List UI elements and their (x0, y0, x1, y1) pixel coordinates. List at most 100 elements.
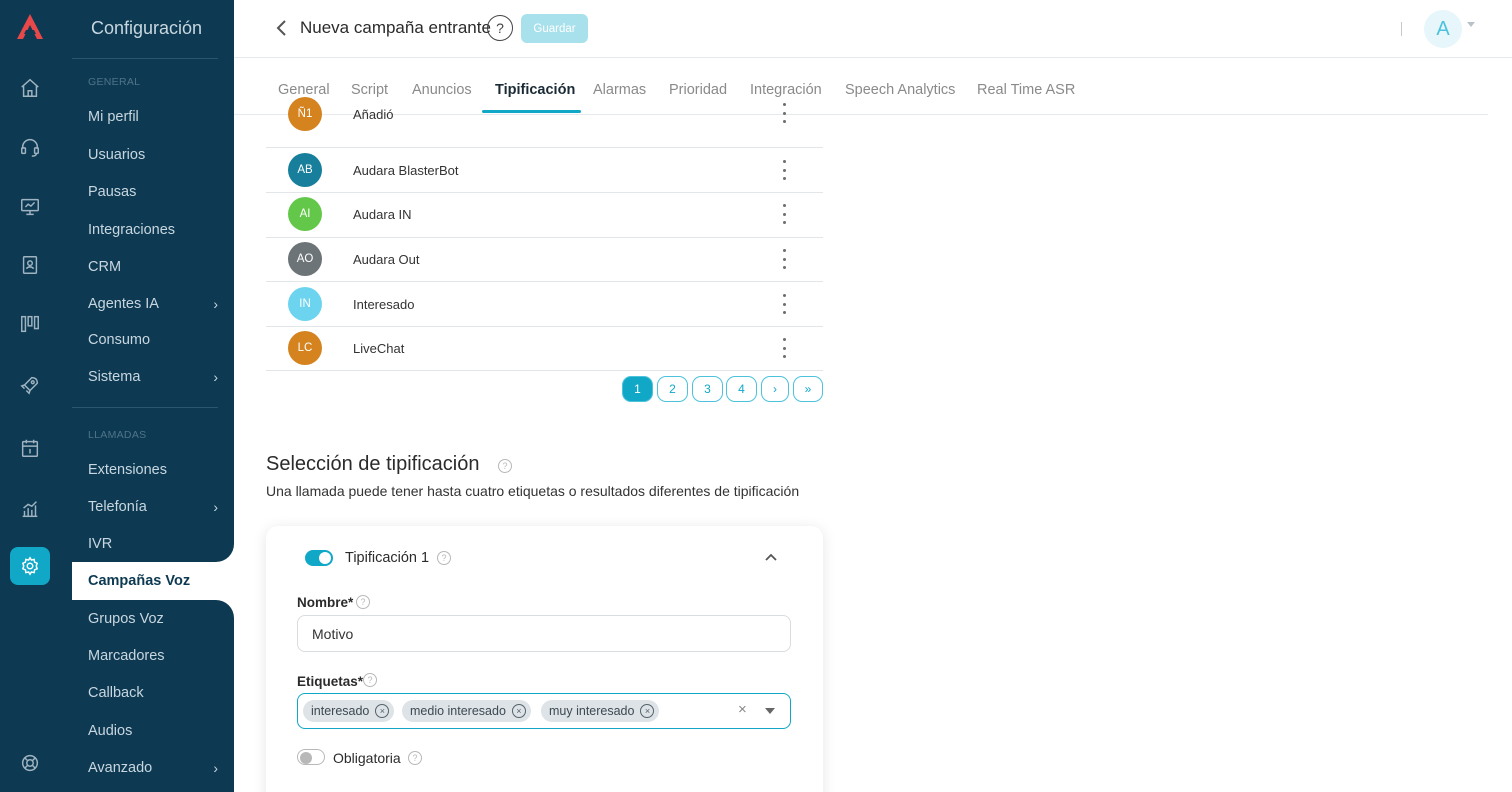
sidebar-item-extensiones[interactable]: Extensiones (88, 458, 218, 482)
sidebar-item-label: Campañas Voz (88, 573, 191, 589)
sidebar-item-sistema[interactable]: Sistema › (88, 365, 218, 389)
sidebar-item-usuarios[interactable]: Usuarios (88, 143, 218, 167)
tab-general[interactable]: General (278, 82, 330, 98)
list-item-name: Interesado (353, 297, 415, 312)
sidebar-item-avanzado[interactable]: Avanzado › (88, 756, 218, 780)
rocket-icon[interactable] (18, 373, 42, 397)
last-page-button[interactable]: » (793, 376, 823, 402)
sidebar-item-mi-perfil[interactable]: Mi perfil (88, 105, 218, 129)
avatar[interactable]: A (1424, 10, 1462, 48)
calendar-icon[interactable] (18, 436, 42, 460)
list-item[interactable]: AI Audara IN (266, 193, 823, 238)
sidebar-item-crm[interactable]: CRM (88, 255, 218, 279)
clear-icon[interactable]: × (738, 701, 747, 718)
more-options-icon[interactable] (778, 249, 790, 269)
required-toggle[interactable] (297, 749, 325, 765)
tag-chip: muy interesado × (541, 700, 660, 722)
page-button-1[interactable]: 1 (622, 376, 653, 402)
tab-alarmas[interactable]: Alarmas (593, 82, 646, 98)
sidebar-item-grupos-voz[interactable]: Grupos Voz (88, 607, 218, 631)
sidebar-item-telefonia[interactable]: Telefonía › (88, 495, 218, 519)
chevron-down-icon[interactable] (765, 708, 775, 714)
remove-tag-icon[interactable]: × (640, 704, 655, 718)
more-options-icon[interactable] (778, 294, 790, 314)
list-item[interactable]: AO Audara Out (266, 237, 823, 282)
sidebar-item-consumo[interactable]: Consumo (88, 328, 218, 352)
chart-icon[interactable] (18, 497, 42, 521)
caret-down-icon[interactable] (1467, 22, 1475, 27)
page-button-3[interactable]: 3 (692, 376, 723, 402)
kanban-icon[interactable] (18, 312, 42, 336)
page-button-2[interactable]: 2 (657, 376, 688, 402)
chevron-right-icon: › (213, 760, 218, 776)
list-item-name: Audara IN (353, 207, 412, 222)
sidebar-item-integraciones[interactable]: Integraciones (88, 218, 218, 242)
audara-logo-icon (17, 14, 43, 39)
settings-sidebar: Configuración GENERAL Mi perfil Usuarios… (72, 0, 234, 792)
list-item[interactable]: LC LiveChat (266, 326, 823, 371)
page-button-4[interactable]: 4 (726, 376, 757, 402)
more-options-icon[interactable] (778, 103, 790, 123)
name-field[interactable]: Motivo (297, 615, 791, 652)
help-icon[interactable]: ? (408, 751, 422, 765)
tags-label: Etiquetas* (297, 674, 364, 689)
help-icon[interactable]: ? (498, 459, 512, 473)
chevron-right-icon: › (213, 499, 218, 515)
list-item-name: Añadió (353, 107, 394, 122)
sidebar-item-marcadores[interactable]: Marcadores (88, 644, 218, 668)
sidebar-item-agentes-ia[interactable]: Agentes IA › (88, 292, 218, 316)
divider (1401, 22, 1402, 36)
enable-toggle[interactable] (305, 550, 333, 566)
sidebar-item-callback[interactable]: Callback (88, 681, 218, 705)
remove-tag-icon[interactable]: × (375, 704, 390, 718)
contacts-book-icon[interactable] (18, 253, 42, 277)
list-item-name: Audara BlasterBot (353, 163, 459, 178)
help-icon[interactable]: ? (437, 551, 451, 565)
tab-tipificacion[interactable]: Tipificación (495, 82, 575, 98)
more-options-icon[interactable] (778, 338, 790, 358)
chevron-right-icon: › (213, 369, 218, 385)
list-item[interactable]: Ñ1 Añadió (266, 97, 823, 148)
tab-speech-analytics[interactable]: Speech Analytics (845, 82, 955, 98)
avatar: IN (288, 287, 322, 321)
icon-rail (0, 0, 72, 792)
required-label: Obligatoria (333, 750, 401, 766)
sidebar-item-audios[interactable]: Audios (88, 719, 218, 743)
tab-integracion[interactable]: Integración (750, 82, 822, 98)
settings-icon[interactable] (10, 547, 50, 585)
headset-icon[interactable] (18, 135, 42, 159)
tag-chip: medio interesado × (402, 700, 531, 722)
avatar: AB (288, 153, 322, 187)
sidebar-item-campanas-voz[interactable]: Campañas Voz (72, 562, 234, 600)
help-icon[interactable]: ? (487, 15, 513, 41)
tags-select[interactable]: interesado × medio interesado × muy inte… (297, 693, 791, 729)
back-arrow-icon[interactable] (274, 18, 288, 38)
help-icon[interactable]: ? (363, 673, 377, 687)
more-options-icon[interactable] (778, 160, 790, 180)
help-lifebuoy-icon[interactable] (18, 751, 42, 775)
tab-anuncios[interactable]: Anuncios (412, 82, 472, 98)
next-page-button[interactable]: › (761, 376, 789, 402)
card-title: Tipificación 1 (345, 550, 430, 566)
avatar: Ñ1 (288, 97, 322, 131)
sidebar-item-ivr[interactable]: IVR (88, 532, 218, 556)
monitor-icon[interactable] (18, 195, 42, 219)
sidebar-item-pausas[interactable]: Pausas (88, 180, 218, 204)
tab-prioridad[interactable]: Prioridad (669, 82, 727, 98)
chevron-right-icon: › (213, 296, 218, 312)
tab-real-time-asr[interactable]: Real Time ASR (977, 82, 1075, 98)
remove-tag-icon[interactable]: × (511, 704, 526, 718)
list-item[interactable]: IN Interesado (266, 282, 823, 327)
list-item[interactable]: AB Audara BlasterBot (266, 148, 823, 193)
chevron-up-icon[interactable] (764, 552, 778, 562)
divider (72, 407, 218, 408)
save-button[interactable]: Guardar (521, 14, 588, 43)
more-options-icon[interactable] (778, 204, 790, 224)
home-icon[interactable] (18, 76, 42, 100)
tab-script[interactable]: Script (351, 82, 388, 98)
help-icon[interactable]: ? (356, 595, 370, 609)
list-item-name: Audara Out (353, 252, 420, 267)
typification-card: Tipificación 1 ? Nombre* ? Motivo Etique… (266, 526, 823, 792)
avatar: AI (288, 197, 322, 231)
section-description: Una llamada puede tener hasta cuatro eti… (266, 483, 800, 499)
